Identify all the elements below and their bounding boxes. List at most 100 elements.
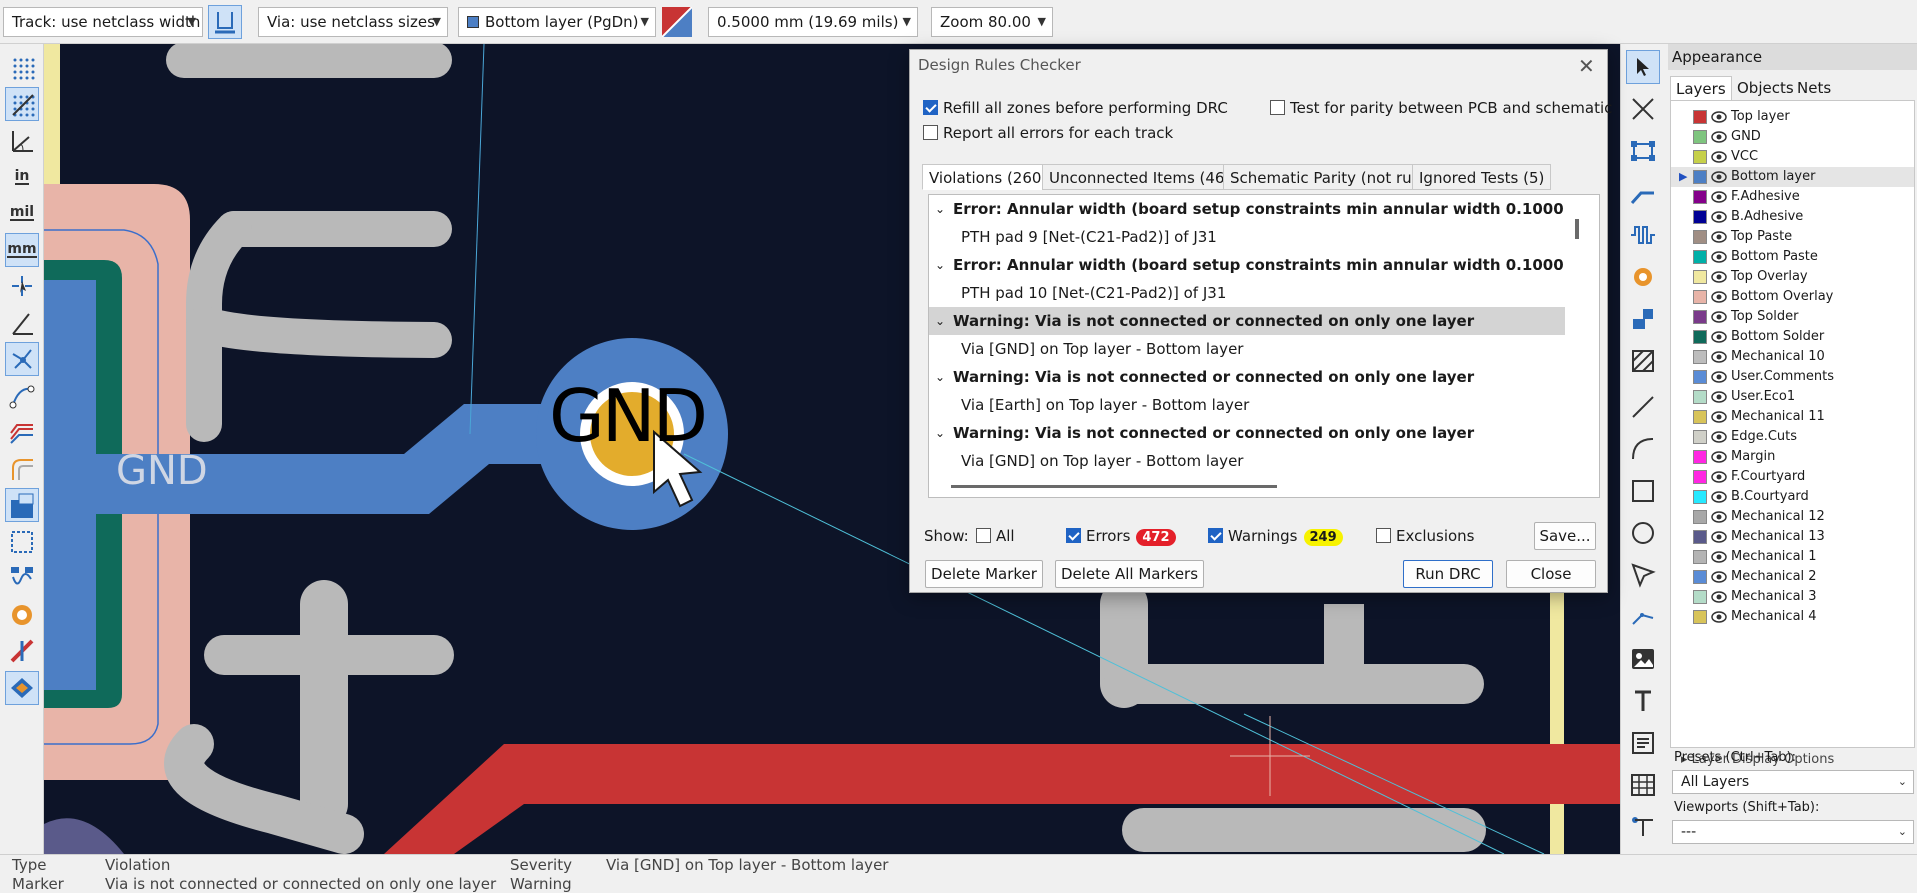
layer-row[interactable]: User.Comments xyxy=(1671,367,1914,387)
layer-row[interactable]: Bottom Paste xyxy=(1671,247,1914,267)
save-button[interactable]: Save... xyxy=(1534,522,1596,550)
eye-icon[interactable] xyxy=(1711,609,1727,625)
layer-color-swatch[interactable] xyxy=(1693,550,1707,564)
layer-row[interactable]: Bottom Solder xyxy=(1671,327,1914,347)
net-color-button[interactable] xyxy=(5,634,39,668)
layer-color-swatch[interactable] xyxy=(1693,470,1707,484)
violation-header-row[interactable]: ⌄ Warning: Via is not connected or connec… xyxy=(929,363,1565,391)
eye-icon[interactable] xyxy=(1711,429,1727,445)
draw-rectangle-button[interactable] xyxy=(1626,474,1660,508)
layer-color-swatch[interactable] xyxy=(1693,410,1707,424)
auto-track-width-button[interactable] xyxy=(208,5,242,39)
close-icon[interactable]: ✕ xyxy=(1578,54,1595,78)
eye-icon[interactable] xyxy=(1711,589,1727,605)
show-warnings-checkbox[interactable]: Warnings 249 xyxy=(1208,527,1343,546)
eye-icon[interactable] xyxy=(1711,189,1727,205)
layer-color-swatch[interactable] xyxy=(1693,230,1707,244)
layer-color-swatch[interactable] xyxy=(1693,610,1707,624)
high-contrast-button[interactable] xyxy=(5,598,39,632)
eye-icon[interactable] xyxy=(1711,289,1727,305)
violation-header-row[interactable]: ⌄ Error: Annular width (board setup const… xyxy=(929,251,1565,279)
eye-icon[interactable] xyxy=(1711,229,1727,245)
layer-row[interactable]: Mechanical 3 xyxy=(1671,587,1914,607)
layer-color-swatch[interactable] xyxy=(1693,430,1707,444)
layer-color-swatch[interactable] xyxy=(1693,250,1707,264)
vias-outline-button[interactable] xyxy=(5,452,39,486)
vertical-scrollbar-thumb[interactable] xyxy=(1575,219,1579,239)
layer-row[interactable]: Top Overlay xyxy=(1671,267,1914,287)
layer-row[interactable]: Mechanical 11 xyxy=(1671,407,1914,427)
layer-row[interactable]: Mechanical 10 xyxy=(1671,347,1914,367)
layer-row[interactable]: VCC xyxy=(1671,147,1914,167)
via-size-select[interactable]: Via: use netclass sizes ▼ xyxy=(258,7,448,37)
violations-list[interactable]: ⌄ Error: Annular width (board setup const… xyxy=(928,194,1600,498)
eye-icon[interactable] xyxy=(1711,569,1727,585)
layer-row[interactable]: F.Courtyard xyxy=(1671,467,1914,487)
layer-row[interactable]: B.Adhesive xyxy=(1671,207,1914,227)
eye-icon[interactable] xyxy=(1711,329,1727,345)
delete-all-markers-button[interactable]: Delete All Markers xyxy=(1055,560,1204,588)
layer-row[interactable]: ▶ Bottom layer xyxy=(1671,167,1914,187)
refill-zones-checkbox[interactable]: Refill all zones before performing DRC xyxy=(923,99,1228,117)
eye-icon[interactable] xyxy=(1711,269,1727,285)
layer-row[interactable]: Edge.Cuts xyxy=(1671,427,1914,447)
layer-row[interactable]: Mechanical 1 xyxy=(1671,547,1914,567)
select-tool-button[interactable] xyxy=(1626,50,1660,84)
grid-lines-button[interactable] xyxy=(5,86,39,121)
eye-icon[interactable] xyxy=(1711,109,1727,125)
show-all-checkbox[interactable]: All xyxy=(976,527,1015,545)
layer-color-swatch[interactable] xyxy=(1693,330,1707,344)
layer-color-swatch[interactable] xyxy=(1693,130,1707,144)
layer-color-swatch[interactable] xyxy=(1693,290,1707,304)
eye-icon[interactable] xyxy=(1711,349,1727,365)
eye-icon[interactable] xyxy=(1711,509,1727,525)
curved-ratsnest-button[interactable] xyxy=(5,379,39,413)
tab-schematic-parity[interactable]: Schematic Parity (not run) xyxy=(1223,164,1435,190)
layer-row[interactable]: Bottom Overlay xyxy=(1671,287,1914,307)
layer-color-swatch[interactable] xyxy=(1693,490,1707,504)
draw-line-button[interactable] xyxy=(1626,390,1660,424)
layer-select[interactable]: Bottom layer (PgDn) ▼ xyxy=(458,7,656,37)
test-parity-checkbox[interactable]: Test for parity between PCB and schemati… xyxy=(1270,99,1612,117)
draw-circle-button[interactable] xyxy=(1626,516,1660,550)
tab-ignored-tests[interactable]: Ignored Tests (5) xyxy=(1412,164,1552,190)
presets-select[interactable]: All Layers ⌄ xyxy=(1672,770,1914,794)
zone-outline-button[interactable] xyxy=(5,525,39,559)
layer-color-swatch[interactable] xyxy=(1693,530,1707,544)
track-width-select[interactable]: Track: use netclass width ▼ xyxy=(3,7,203,37)
layer-color-swatch[interactable] xyxy=(1693,190,1707,204)
violation-detail-row[interactable]: PTH pad 10 [Net-(C21-Pad2)] of J31 xyxy=(929,279,1565,307)
set-origin-button[interactable] xyxy=(1626,810,1660,844)
eye-icon[interactable] xyxy=(1711,149,1727,165)
chevron-down-icon[interactable]: ⌄ xyxy=(935,307,945,335)
show-errors-checkbox[interactable]: Errors 472 xyxy=(1066,527,1176,546)
eye-icon[interactable] xyxy=(1711,169,1727,185)
layer-row[interactable]: F.Adhesive xyxy=(1671,187,1914,207)
layer-manager-button[interactable] xyxy=(5,670,39,705)
layer-color-swatch[interactable] xyxy=(1693,590,1707,604)
layer-color-swatch[interactable] xyxy=(1693,110,1707,124)
tracks-outline-button[interactable] xyxy=(5,415,39,449)
violation-detail-row[interactable]: Via [GND] on Top layer - Bottom layer xyxy=(929,335,1565,363)
layer-color-swatch[interactable] xyxy=(1693,270,1707,284)
add-dimension-button[interactable] xyxy=(1626,600,1660,634)
eye-icon[interactable] xyxy=(1711,469,1727,485)
units-inches-button-button[interactable]: in xyxy=(5,160,39,194)
local-ratsnest-button[interactable] xyxy=(1626,92,1660,126)
eye-icon[interactable] xyxy=(1711,309,1727,325)
add-rule-area-button[interactable] xyxy=(1626,344,1660,378)
layer-row[interactable]: B.Courtyard xyxy=(1671,487,1914,507)
chevron-down-icon[interactable]: ⌄ xyxy=(935,195,945,223)
chevron-down-icon[interactable]: ⌄ xyxy=(935,363,945,391)
chevron-down-icon[interactable]: ⌄ xyxy=(935,419,945,447)
add-footprint-button[interactable] xyxy=(1626,134,1660,168)
zoom-select[interactable]: Zoom 80.00 ▼ xyxy=(931,7,1053,37)
eye-icon[interactable] xyxy=(1711,369,1727,385)
pads-outline-button[interactable] xyxy=(5,561,39,595)
tab-objects[interactable]: Objects xyxy=(1732,76,1799,100)
layer-color-swatch[interactable] xyxy=(1693,350,1707,364)
layer-color-swatch[interactable] xyxy=(1693,310,1707,324)
layer-color-swatch[interactable] xyxy=(1693,450,1707,464)
layer-color-swatch[interactable] xyxy=(1693,570,1707,584)
polar-coords-button[interactable] xyxy=(5,123,39,157)
